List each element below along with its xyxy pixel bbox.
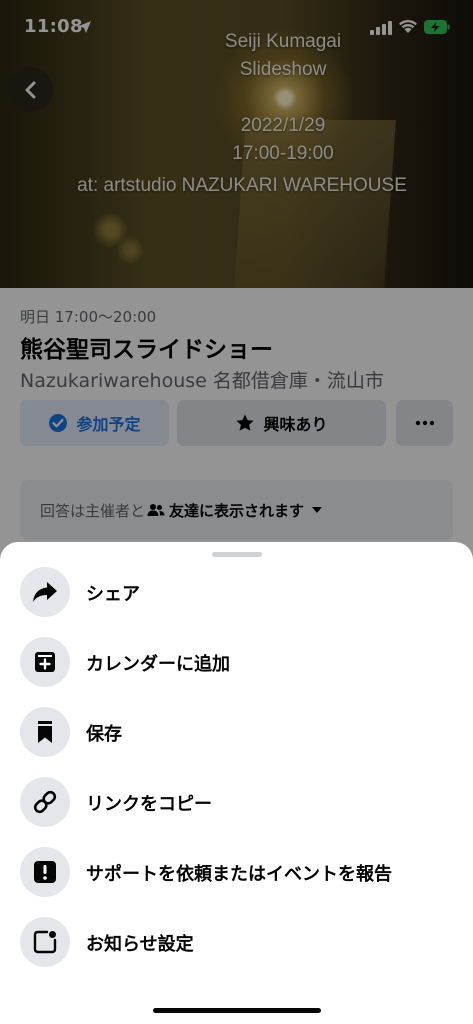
share-option[interactable]: シェア: [0, 560, 473, 624]
save-option[interactable]: 保存: [0, 700, 473, 764]
notification-settings-label: お知らせ設定: [86, 934, 194, 955]
action-sheet: シェア カレンダーに追加 保存 リンクをコピー サポートを依頼またはイベントを報…: [0, 542, 473, 1024]
notification-settings-option[interactable]: お知らせ設定: [0, 910, 473, 974]
add-to-calendar-option[interactable]: カレンダーに追加: [0, 630, 473, 694]
report-icon: [20, 847, 70, 897]
copy-link-label: リンクをコピー: [86, 794, 212, 815]
calendar-add-icon: [20, 637, 70, 687]
sheet-grabber[interactable]: [212, 552, 262, 557]
copy-link-option[interactable]: リンクをコピー: [0, 770, 473, 834]
add-to-calendar-label: カレンダーに追加: [86, 654, 230, 675]
share-label: シェア: [86, 584, 140, 605]
bookmark-icon: [20, 707, 70, 757]
home-indicator: [153, 1008, 321, 1013]
save-label: 保存: [86, 724, 122, 745]
link-icon: [20, 777, 70, 827]
share-icon: [20, 567, 70, 617]
notification-settings-icon: [20, 917, 70, 967]
report-option[interactable]: サポートを依頼またはイベントを報告: [0, 840, 473, 904]
report-label: サポートを依頼またはイベントを報告: [86, 864, 392, 885]
